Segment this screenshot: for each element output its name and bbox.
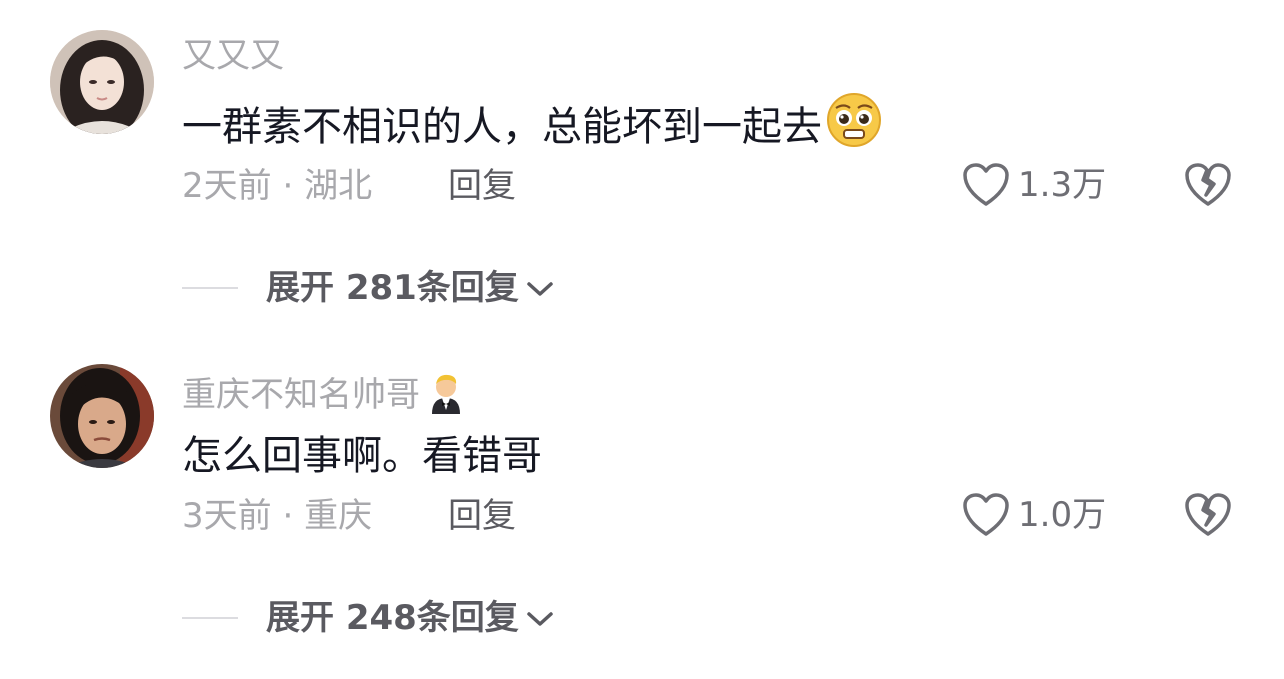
username[interactable]: 又又又 [182, 36, 284, 76]
like-count: 1.3万 [1018, 165, 1107, 205]
expand-replies-label: 展开 248条回复 [266, 598, 519, 638]
comment-body-text: 一群素不相识的人，总能坏到一起去 [182, 104, 822, 150]
expand-replies-button[interactable]: 展开 281条回复 [266, 268, 555, 308]
chevron-down-icon [519, 268, 555, 308]
pleading-face-emoji [826, 92, 882, 159]
username[interactable]: 重庆不知名帅哥 [182, 370, 466, 423]
comment-meta: 3天前 · 重庆 [182, 496, 372, 536]
username-text: 又又又 [182, 36, 284, 76]
expand-replies-button[interactable]: 展开 248条回复 [266, 598, 555, 638]
reply-button[interactable]: 回复 [448, 496, 516, 536]
divider-line [182, 287, 238, 289]
comment-item: 重庆不知名帅哥 怎么回事啊。看错哥 3天前 · 重庆 回复 1.0万 展开 24… [0, 340, 1284, 679]
like-button[interactable]: 1.3万 [962, 162, 1106, 208]
comment-meta: 2天前 · 湖北 [182, 166, 372, 206]
chevron-down-icon [519, 598, 555, 638]
comment-text: 怎么回事啊。看错哥 [182, 432, 542, 480]
man-in-tuxedo-emoji [426, 370, 466, 423]
username-text: 重庆不知名帅哥 [182, 375, 420, 415]
expand-replies-label: 展开 281条回复 [266, 268, 519, 308]
expand-replies: 展开 281条回复 [182, 268, 555, 308]
dislike-button[interactable] [1184, 492, 1232, 542]
meta-separator: · [271, 166, 305, 206]
avatar[interactable] [50, 364, 154, 468]
expand-replies: 展开 248条回复 [182, 598, 555, 638]
comment-body-text: 怎么回事啊。看错哥 [182, 433, 542, 479]
comment-location: 湖北 [304, 166, 373, 206]
heart-icon [962, 492, 1010, 538]
dislike-button[interactable] [1184, 162, 1232, 212]
broken-heart-icon [1184, 163, 1232, 212]
divider-line [182, 617, 238, 619]
comment-time: 3天前 [182, 496, 272, 536]
meta-separator: · [271, 496, 305, 536]
heart-icon [962, 162, 1010, 208]
comment-item: 又又又 一群素不相识的人，总能坏到一起去 2天前 · 湖北 回复 1.3万 展开… [0, 0, 1284, 340]
like-button[interactable]: 1.0万 [962, 492, 1106, 538]
comment-text: 一群素不相识的人，总能坏到一起去 [182, 92, 882, 159]
comment-time: 2天前 [182, 166, 272, 206]
reply-button[interactable]: 回复 [448, 166, 516, 206]
comment-location: 重庆 [304, 496, 373, 536]
like-count: 1.0万 [1018, 495, 1107, 535]
broken-heart-icon [1184, 493, 1232, 542]
avatar[interactable] [50, 30, 154, 134]
